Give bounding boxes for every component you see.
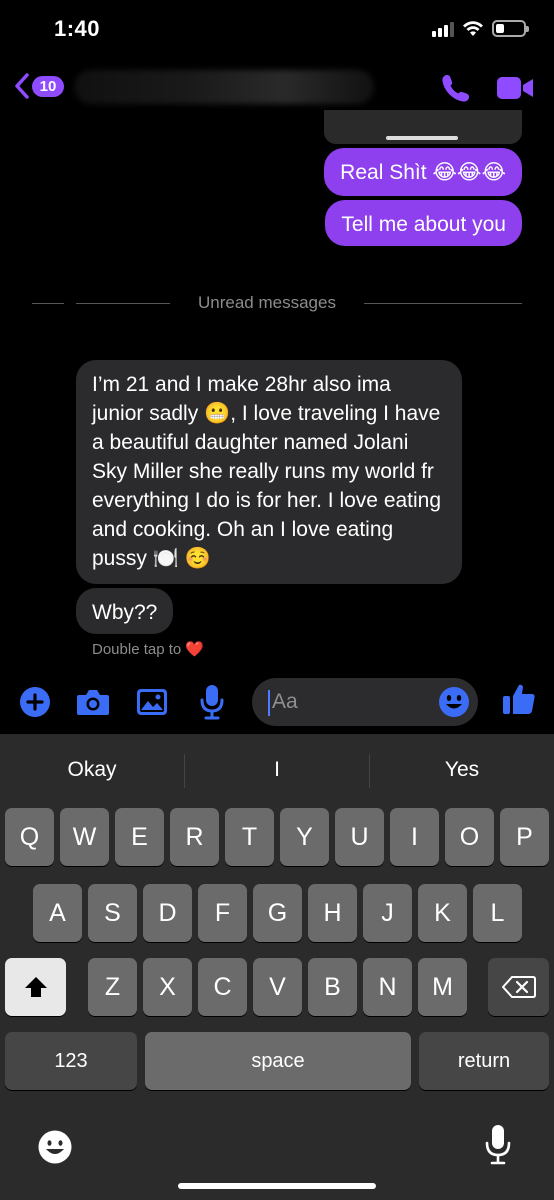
outgoing-message[interactable]: Real Shìt 😂😂😂	[324, 148, 522, 196]
key[interactable]: B	[308, 958, 357, 1016]
key[interactable]: F	[198, 884, 247, 942]
status-time: 1:40	[54, 16, 101, 41]
return-key[interactable]: return	[419, 1032, 549, 1090]
battery-icon	[492, 20, 529, 37]
card-handle	[386, 136, 458, 140]
key[interactable]: N	[363, 958, 412, 1016]
key[interactable]: G	[253, 884, 302, 942]
key[interactable]: S	[88, 884, 137, 942]
backspace-icon	[501, 976, 536, 998]
chevron-left-icon	[15, 73, 29, 99]
key[interactable]: R	[170, 808, 219, 866]
backspace-key[interactable]	[488, 958, 549, 1016]
emoji-button[interactable]	[438, 686, 470, 723]
numbers-key[interactable]: 123	[5, 1032, 137, 1090]
like-button[interactable]	[502, 682, 536, 721]
key[interactable]: M	[418, 958, 467, 1016]
plus-icon	[20, 687, 50, 717]
gallery-button[interactable]	[136, 688, 168, 721]
key[interactable]: J	[363, 884, 412, 942]
key[interactable]: X	[143, 958, 192, 1016]
key[interactable]: W	[60, 808, 109, 866]
key[interactable]: C	[198, 958, 247, 1016]
suggestion-yes[interactable]: Yes	[370, 758, 554, 782]
video-camera-icon	[497, 77, 533, 99]
cellular-signal-icon	[432, 21, 454, 37]
key[interactable]: L	[473, 884, 522, 942]
shared-card-preview[interactable]	[324, 110, 522, 144]
audio-call-button[interactable]	[440, 72, 472, 109]
outgoing-message[interactable]: Tell me about you	[325, 200, 522, 246]
predictive-bar: Okay I Yes	[0, 734, 554, 808]
back-button[interactable]: 10	[14, 72, 64, 100]
thumbs-up-icon	[503, 684, 535, 714]
suggestion-i[interactable]: I	[185, 758, 369, 782]
wifi-icon	[463, 20, 483, 36]
message-thread[interactable]: Real Shìt 😂😂😂 Tell me about you Unread m…	[0, 110, 554, 670]
contact-name-redacted[interactable]	[74, 70, 374, 104]
status-bar: 1:40	[0, 0, 554, 60]
camera-icon	[77, 690, 109, 715]
reaction-hint: Double tap to ❤️	[92, 641, 205, 658]
status-icons	[432, 20, 529, 37]
message-composer: Aa	[0, 672, 554, 734]
key[interactable]: V	[253, 958, 302, 1016]
image-icon	[137, 689, 167, 715]
message-input[interactable]: Aa	[252, 678, 478, 726]
dictation-microphone-icon	[485, 1125, 511, 1165]
key[interactable]: K	[418, 884, 467, 942]
key[interactable]: H	[308, 884, 357, 942]
suggestion-okay[interactable]: Okay	[0, 758, 184, 782]
incoming-message[interactable]: Wby??	[76, 588, 174, 634]
key[interactable]: Z	[88, 958, 137, 1016]
unread-count-badge: 10	[32, 75, 64, 97]
space-key[interactable]: space	[145, 1032, 411, 1090]
text-cursor	[268, 690, 270, 716]
microphone-icon	[200, 685, 224, 720]
unread-divider: Unread messages	[32, 292, 522, 314]
key[interactable]: Q	[5, 808, 54, 866]
message-input-placeholder: Aa	[272, 690, 298, 713]
key[interactable]: I	[390, 808, 439, 866]
key[interactable]: A	[33, 884, 82, 942]
shift-key[interactable]	[5, 958, 66, 1016]
emoji-keyboard-icon	[38, 1130, 72, 1164]
unread-divider-label: Unread messages	[198, 293, 336, 312]
voice-message-button[interactable]	[199, 684, 225, 725]
camera-button[interactable]	[76, 688, 110, 721]
key[interactable]: P	[500, 808, 549, 866]
keyboard: Okay I Yes Q W E R T Y U I O P A S D F G…	[0, 734, 554, 1200]
video-call-button[interactable]	[496, 76, 534, 105]
emoji-icon	[439, 687, 469, 717]
dictation-button[interactable]	[484, 1124, 512, 1171]
emoji-keyboard-button[interactable]	[36, 1128, 74, 1171]
key[interactable]: O	[445, 808, 494, 866]
more-actions-button[interactable]	[19, 686, 51, 723]
key[interactable]: T	[225, 808, 274, 866]
incoming-message[interactable]: I’m 21 and I make 28hr also ima junior s…	[76, 360, 462, 584]
shift-arrow-icon	[24, 977, 47, 997]
key[interactable]: Y	[280, 808, 329, 866]
phone-icon	[442, 75, 469, 102]
key[interactable]: E	[115, 808, 164, 866]
home-indicator[interactable]	[178, 1183, 376, 1189]
key[interactable]: D	[143, 884, 192, 942]
key[interactable]: U	[335, 808, 384, 866]
